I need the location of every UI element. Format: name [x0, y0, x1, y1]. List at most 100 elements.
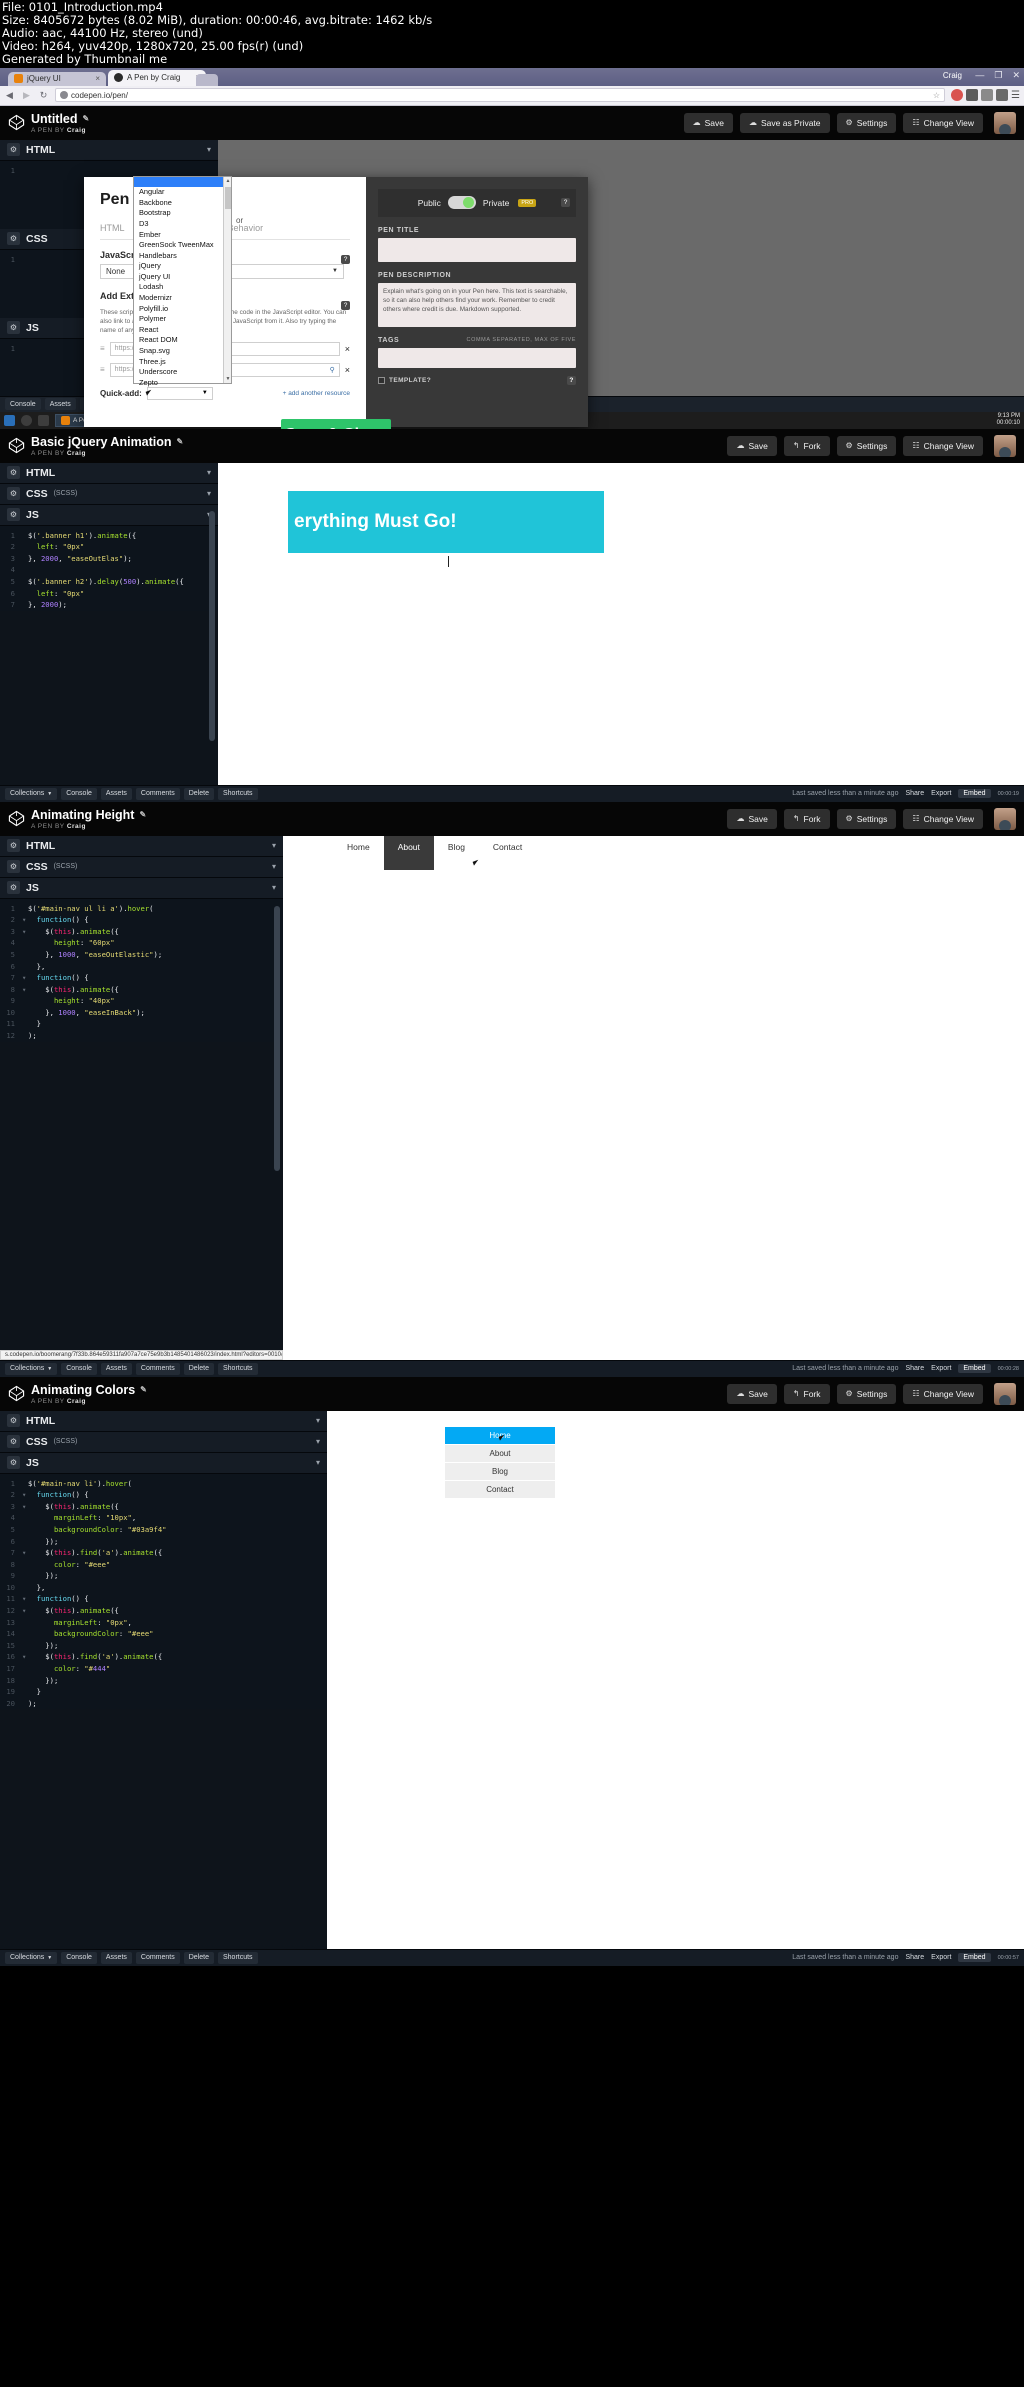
fork-button[interactable]: ↰ Fork	[783, 435, 830, 456]
dropdown-option-snap-svg[interactable]: Snap.svg	[134, 346, 231, 357]
share-link[interactable]: Share	[905, 1365, 924, 1372]
export-link[interactable]: Export	[931, 790, 951, 797]
dropdown-option-angular[interactable]: Angular	[134, 187, 231, 198]
change-view-button[interactable]: ☷ Change View	[903, 1383, 983, 1404]
footer-shortcuts-button[interactable]: Shortcuts	[217, 1951, 258, 1964]
checkbox-icon[interactable]	[378, 376, 385, 384]
help-icon-preprocessor[interactable]: ?	[341, 254, 350, 264]
scroll-down-icon[interactable]: ▼	[225, 376, 231, 382]
save-button[interactable]: ☁ Save	[683, 112, 733, 133]
dropdown-option-react[interactable]: React	[134, 325, 231, 336]
help-icon-external[interactable]: ?	[341, 300, 350, 310]
gear-icon[interactable]: ⚙	[7, 860, 20, 874]
dropdown-option-three-js[interactable]: Three.js	[134, 357, 231, 368]
dropdown-option[interactable]	[134, 176, 231, 188]
save-as-private-button[interactable]: ☁ Save as Private	[739, 112, 830, 133]
nav-item-blog[interactable]: Blog	[434, 836, 479, 860]
pen-title[interactable]: Basic jQuery Animation ✎	[31, 435, 183, 449]
footer-collections-button[interactable]: Collections ▼	[5, 1951, 58, 1964]
save-button[interactable]: ☁ Save	[727, 1383, 777, 1404]
gear-icon[interactable]: ⚙	[7, 508, 20, 522]
fork-button[interactable]: ↰ Fork	[783, 808, 830, 829]
footer-collections-button[interactable]: Collections ▼	[5, 787, 58, 800]
fold-marker-icon[interactable]	[22, 564, 28, 576]
gear-icon[interactable]: ⚙	[7, 1435, 20, 1449]
start-menu-icon[interactable]	[4, 414, 15, 426]
dropdown-option-d3[interactable]: D3	[134, 219, 231, 230]
drag-handle-icon[interactable]: ≡	[100, 365, 105, 374]
gear-icon[interactable]: ⚙	[7, 1456, 20, 1470]
embed-button[interactable]: Embed	[958, 1953, 991, 1963]
extension-icon-red[interactable]	[951, 89, 964, 102]
dropdown-option-greensock[interactable]: GreenSock TweenMax	[134, 240, 231, 251]
edit-pencil-icon[interactable]: ✎	[177, 437, 184, 446]
pen-author[interactable]: Craig	[67, 450, 86, 457]
address-bar[interactable]: codepen.io/pen/ ☆	[55, 88, 946, 103]
user-avatar[interactable]	[994, 1382, 1016, 1405]
fork-button[interactable]: ↰ Fork	[783, 1383, 830, 1404]
chevron-down-icon[interactable]: ▾	[207, 145, 211, 154]
js-code-area[interactable]: 1 $('#main-nav li').hover(2 ▾ function() {…	[0, 1473, 327, 1710]
pen-title[interactable]: Untitled ✎	[31, 112, 89, 126]
extension-icon-gray3[interactable]	[996, 89, 1009, 102]
footer-assets-button[interactable]: Assets	[44, 398, 76, 411]
chevron-down-icon[interactable]: ▾	[207, 489, 211, 498]
share-link[interactable]: Share	[905, 1954, 924, 1961]
scroll-up-icon[interactable]: ▲	[225, 178, 231, 184]
quick-add-select[interactable]: ▼	[146, 386, 213, 400]
dropdown-option-polymer[interactable]: Polymer	[134, 314, 231, 325]
pen-title-input[interactable]	[378, 237, 576, 262]
browser-menu-icon[interactable]: ☰	[1011, 90, 1020, 101]
drag-handle-icon[interactable]: ≡	[100, 344, 105, 353]
extension-icon-gray2[interactable]	[981, 89, 994, 102]
gear-icon[interactable]: ⚙	[7, 466, 20, 480]
reload-icon[interactable]: ↻	[38, 90, 49, 101]
dropdown-scrollbar[interactable]: ▲ ▼	[223, 176, 231, 383]
edit-pencil-icon[interactable]: ✎	[140, 1385, 147, 1394]
gear-icon[interactable]: ⚙	[7, 1414, 20, 1428]
close-icon[interactable]: ✕	[1012, 70, 1020, 81]
maximize-icon[interactable]: ❐	[994, 70, 1002, 81]
footer-comments-button[interactable]: Comments	[135, 1362, 180, 1375]
back-icon[interactable]: ◀	[4, 90, 15, 101]
dropdown-option-modernizr[interactable]: Modernizr	[134, 293, 231, 304]
footer-assets-button[interactable]: Assets	[100, 1362, 132, 1375]
footer-console-button[interactable]: Console	[61, 787, 97, 800]
chevron-down-icon[interactable]: ▾	[272, 862, 276, 871]
gear-icon[interactable]: ⚙	[7, 487, 20, 501]
footer-console-button[interactable]: Console	[61, 1951, 97, 1964]
dropdown-option-handlebars[interactable]: Handlebars	[134, 251, 231, 262]
tab-html[interactable]: HTML	[100, 223, 125, 233]
chevron-down-icon[interactable]: ▾	[316, 1416, 320, 1425]
footer-assets-button[interactable]: Assets	[100, 1951, 132, 1964]
dropdown-option-backbone[interactable]: Backbone	[134, 198, 231, 209]
chevron-down-icon[interactable]: ▾	[272, 883, 276, 892]
nav-item-blog[interactable]: Blog	[445, 1462, 555, 1481]
browser-tab-jquery-ui[interactable]: jQuery UI ×	[8, 71, 106, 86]
export-link[interactable]: Export	[931, 1954, 951, 1961]
dropdown-option-jquery-ui[interactable]: jQuery UI	[134, 272, 231, 283]
extension-icon-gray[interactable]	[966, 89, 979, 102]
panel-header-js[interactable]: ⚙ JS ▾	[0, 1452, 327, 1474]
pen-author[interactable]: Craig	[67, 823, 86, 830]
nav-item-contact[interactable]: Contact	[445, 1480, 555, 1499]
dropdown-option-ember[interactable]: Ember	[134, 230, 231, 241]
help-icon-template[interactable]: ?	[567, 375, 576, 385]
add-another-resource-link[interactable]: + add another resource	[283, 390, 350, 397]
export-link[interactable]: Export	[931, 1365, 951, 1372]
privacy-toggle-row[interactable]: Public Private PRO ?	[378, 188, 576, 217]
dropdown-option-zepto[interactable]: Zepto	[134, 378, 231, 389]
js-code-area[interactable]: 1 $('.banner h1').animate({2 left: "0px" 3…	[0, 525, 218, 611]
quick-add-dropdown-list[interactable]: Angular Backbone Bootstrap D3 Ember Gree…	[133, 175, 232, 387]
pen-title[interactable]: Animating Colors ✎	[31, 1383, 147, 1397]
browser-tab-a-pen-by-craig[interactable]: A Pen by Craig ×	[108, 69, 206, 86]
template-checkbox-row[interactable]: TEMPLATE? ?	[378, 375, 576, 385]
chevron-down-icon[interactable]: ▾	[272, 841, 276, 850]
pen-author[interactable]: Craig	[67, 1398, 86, 1405]
chevron-down-icon[interactable]: ▾	[316, 1437, 320, 1446]
footer-shortcuts-button[interactable]: Shortcuts	[217, 1362, 258, 1375]
forward-icon[interactable]: ▶	[21, 90, 32, 101]
search-icon[interactable]	[21, 414, 32, 426]
nav-item-contact[interactable]: Contact	[479, 836, 536, 860]
browser-profile-name[interactable]: Craig	[943, 71, 962, 80]
